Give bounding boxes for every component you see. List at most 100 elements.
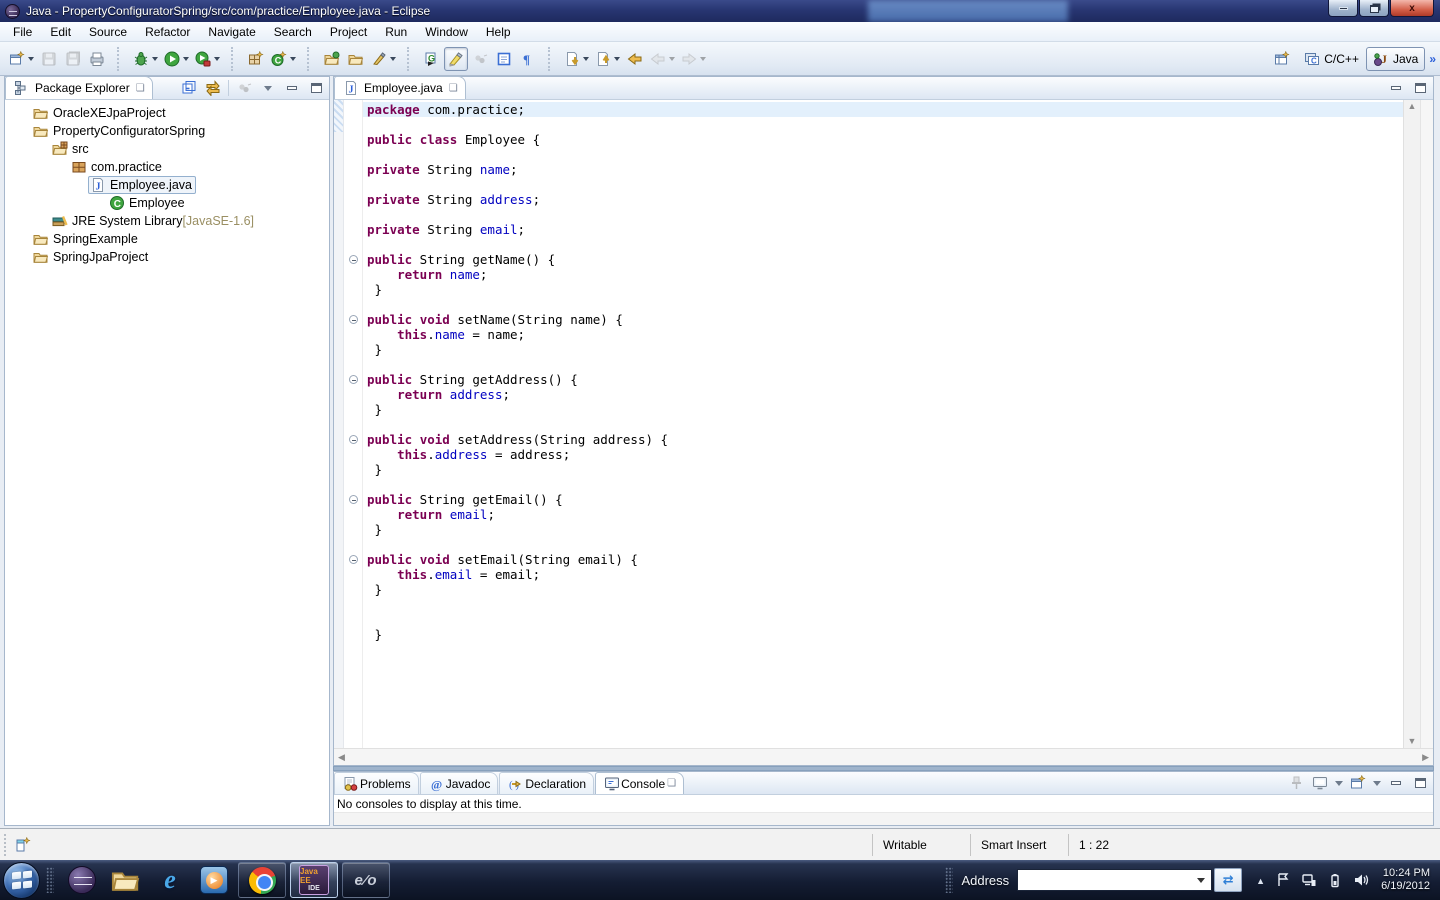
tree-item-oraclexejpaproject[interactable]: OracleXEJpaProject	[5, 104, 329, 122]
view-tab-declaration[interactable]: ( )Declaration	[499, 772, 595, 794]
dropdown-arrow-icon[interactable]	[28, 56, 34, 61]
open-perspective-button[interactable]	[1267, 47, 1297, 71]
maximize-view-icon[interactable]	[307, 79, 325, 97]
view-tab-javadoc[interactable]: @ Javadoc	[419, 772, 499, 794]
view-tab-console[interactable]: Console ❏	[595, 772, 685, 794]
address-go-button[interactable]: ⇄	[1214, 868, 1243, 892]
run-external-button[interactable]	[192, 47, 223, 71]
minimize-editor-icon[interactable]	[1387, 79, 1405, 97]
network-icon[interactable]	[1301, 872, 1317, 888]
generate-button[interactable]: G	[420, 47, 444, 71]
java-perspective-button[interactable]: J Java	[1365, 46, 1426, 71]
view-menu-icon[interactable]	[259, 79, 277, 97]
new-class-button[interactable]: C	[268, 47, 299, 71]
dropdown-arrow-icon[interactable]	[669, 56, 675, 61]
tree-item-employee[interactable]: C Employee	[5, 194, 329, 212]
action-center-flag-icon[interactable]	[1275, 872, 1291, 888]
tree-item-src[interactable]: src	[5, 140, 329, 158]
close-button[interactable]: x	[1390, 0, 1434, 17]
dropdown-arrow-icon[interactable]	[290, 56, 296, 61]
focus-icon[interactable]	[235, 79, 253, 97]
menu-refactor[interactable]: Refactor	[136, 23, 199, 41]
dropdown-arrow-icon[interactable]	[183, 56, 189, 61]
taskbar-clock[interactable]: 10:24 PM 6/19/2012	[1381, 867, 1430, 893]
taskbar-eclipse-pinned-icon[interactable]	[65, 862, 99, 898]
display-console-menu-icon[interactable]	[1335, 780, 1343, 786]
maximize-console-icon[interactable]	[1411, 774, 1429, 792]
open-console-icon[interactable]	[1349, 774, 1367, 792]
hidden-icons-icon[interactable]: ▲	[1256, 873, 1265, 887]
dropdown-arrow-icon[interactable]	[700, 56, 706, 61]
code-area[interactable]: package com.practice; public class Emplo…	[363, 100, 1403, 748]
editor-tab-employee-java[interactable]: J Employee.java ❏	[334, 76, 466, 99]
cpp-perspective-button[interactable]: C C/C++	[1297, 47, 1366, 71]
minimize-console-icon[interactable]	[1387, 774, 1405, 792]
address-input[interactable]	[1017, 869, 1213, 891]
print-button[interactable]	[85, 47, 109, 71]
open-resource-button[interactable]	[344, 47, 368, 71]
address-dropdown-icon[interactable]	[1197, 877, 1206, 883]
dropdown-arrow-icon[interactable]	[390, 56, 396, 61]
menu-source[interactable]: Source	[80, 23, 136, 41]
tree-item-propertyconfiguratorspring[interactable]: PropertyConfiguratorSpring	[5, 122, 329, 140]
debug-button[interactable]	[130, 47, 161, 71]
next-annotation-button[interactable]	[561, 47, 592, 71]
fast-view-icon[interactable]	[15, 836, 31, 853]
menu-file[interactable]: File	[4, 23, 41, 41]
package-explorer-tab[interactable]: Package Explorer ❏	[5, 76, 153, 99]
close-tab-icon[interactable]: ❏	[449, 83, 458, 94]
dropdown-arrow-icon[interactable]	[614, 56, 620, 61]
taskbar-grip[interactable]	[46, 867, 54, 893]
tree-item-jre-system-library[interactable]: JRE System Library [JavaSE-1.6]	[5, 212, 329, 230]
search-pen-button[interactable]	[368, 47, 399, 71]
address-toolbar-grip[interactable]	[945, 867, 954, 893]
vertical-scrollbar[interactable]: ▲ ▼	[1403, 100, 1420, 748]
fold-collapse-icon[interactable]	[348, 255, 358, 264]
battery-icon[interactable]	[1327, 872, 1343, 888]
taskbar-explorer-pinned-icon[interactable]	[109, 862, 143, 898]
menu-project[interactable]: Project	[321, 23, 376, 41]
taskbar-chrome-window-button[interactable]	[238, 862, 286, 898]
open-console-menu-icon[interactable]	[1373, 780, 1381, 786]
close-view-icon[interactable]: ❏	[136, 83, 145, 94]
start-button[interactable]	[3, 861, 40, 899]
fold-collapse-icon[interactable]	[348, 495, 358, 504]
minimize-button[interactable]	[1328, 0, 1358, 17]
dropdown-arrow-icon[interactable]	[152, 56, 158, 61]
taskbar-evo-window-button[interactable]: e⁄o	[342, 862, 390, 898]
open-type-button[interactable]	[320, 47, 344, 71]
close-view-icon[interactable]: ❏	[667, 778, 676, 789]
show-whitespace-button[interactable]: ¶	[516, 47, 540, 71]
fold-collapse-icon[interactable]	[348, 435, 358, 444]
tree-item-springjpaproject[interactable]: SpringJpaProject	[5, 248, 329, 266]
pin-console-icon[interactable]	[1287, 774, 1305, 792]
tree-item-com-practice[interactable]: com.practice	[5, 158, 329, 176]
tree-item-springexample[interactable]: SpringExample	[5, 230, 329, 248]
dropdown-arrow-icon[interactable]	[214, 56, 220, 61]
new-java-project-button[interactable]	[244, 47, 268, 71]
prev-annotation-button[interactable]	[592, 47, 623, 71]
scroll-left-icon[interactable]: ◀	[338, 752, 345, 762]
volume-icon[interactable]	[1353, 872, 1369, 888]
taskbar-media-player-pinned-icon[interactable]: ▶	[197, 862, 231, 898]
restore-button[interactable]	[1359, 0, 1389, 17]
scroll-down-icon[interactable]: ▼	[1408, 737, 1417, 746]
menu-edit[interactable]: Edit	[41, 23, 80, 41]
tree-item-employee-java[interactable]: J Employee.java	[5, 176, 329, 194]
menu-window[interactable]: Window	[416, 23, 477, 41]
dropdown-arrow-icon[interactable]	[583, 56, 589, 61]
menu-help[interactable]: Help	[477, 23, 520, 41]
menu-run[interactable]: Run	[376, 23, 416, 41]
last-edit-button[interactable]	[623, 47, 647, 71]
run-button[interactable]	[161, 47, 192, 71]
fold-collapse-icon[interactable]	[348, 555, 358, 564]
menu-search[interactable]: Search	[265, 23, 321, 41]
fold-collapse-icon[interactable]	[348, 315, 358, 324]
taskbar-internet-explorer-pinned-icon[interactable]: e	[153, 862, 187, 898]
minimize-view-icon[interactable]	[283, 79, 301, 97]
mark-occurrences-button[interactable]	[444, 46, 468, 71]
horizontal-scrollbar[interactable]: ◀ ▶	[334, 748, 1433, 765]
link-with-editor-icon[interactable]	[204, 79, 222, 97]
scroll-right-icon[interactable]: ▶	[1422, 752, 1429, 762]
perspective-more-icon[interactable]: »	[1429, 52, 1436, 66]
